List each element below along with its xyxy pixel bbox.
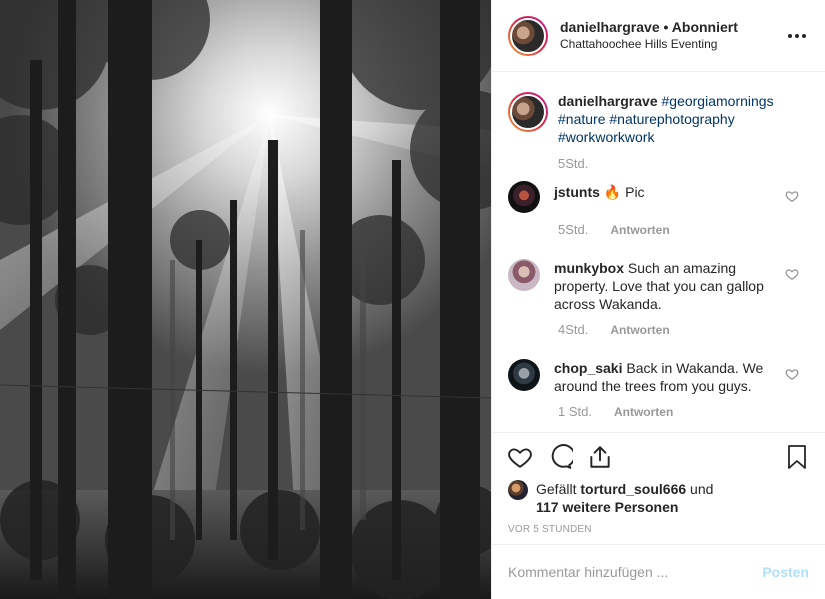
header-separator: • (659, 18, 672, 35)
comment-meta: 1 Std. Antworten (558, 404, 809, 419)
reply-button[interactable]: Antworten (610, 223, 669, 237)
post-sidebar: danielhargrave • Abonniert Chattahoochee… (491, 0, 825, 599)
caption-text: danielhargrave #georgiamornings #nature … (558, 92, 778, 146)
reply-button[interactable]: Antworten (610, 323, 669, 337)
caption-username[interactable]: danielhargrave (558, 93, 658, 109)
post-actions (492, 432, 825, 480)
bookmark-icon[interactable] (777, 437, 817, 477)
comment-meta: 5Std. Antworten (558, 222, 809, 237)
likes-summary: Gefällt torturd_soul666 und 117 weitere … (492, 480, 825, 516)
hashtag-link[interactable]: #nature (558, 111, 605, 127)
comment-item: munkybox Such an amazing property. Love … (508, 259, 809, 313)
author-avatar[interactable] (508, 15, 548, 56)
likes-text: Gefällt torturd_soul666 und 117 weitere … (536, 480, 713, 516)
share-upload-icon[interactable] (580, 437, 620, 477)
commenter-avatar[interactable] (508, 359, 540, 391)
comment-bubble-icon[interactable] (540, 437, 580, 477)
reply-button[interactable]: Antworten (614, 405, 673, 419)
comment-time[interactable]: 5Std. (558, 222, 588, 237)
add-comment-bar: Posten (492, 544, 825, 599)
caption-time[interactable]: 5Std. (558, 156, 588, 171)
instagram-post: danielhargrave • Abonniert Chattahoochee… (0, 0, 825, 599)
liker-avatar[interactable] (508, 480, 528, 500)
hashtag-link[interactable]: #workworkwork (558, 129, 654, 145)
post-photo[interactable] (0, 0, 491, 599)
hashtag-link[interactable]: #naturephotography (609, 111, 734, 127)
forest-photo (0, 0, 491, 599)
comment-time[interactable]: 4Std. (558, 322, 588, 337)
comments-section[interactable]: danielhargrave #georgiamornings #nature … (492, 72, 825, 432)
caption-meta: 5Std. (558, 156, 809, 171)
commenter-username[interactable]: chop_saki (554, 360, 622, 376)
like-heart-icon[interactable] (500, 437, 540, 477)
hashtag-link[interactable]: #georgiamornings (662, 93, 774, 109)
liker-username[interactable]: torturd_soul666 (580, 481, 686, 497)
comment-text: munkybox Such an amazing property. Love … (554, 259, 774, 313)
caption: danielhargrave #georgiamornings #nature … (508, 92, 809, 146)
commenter-avatar[interactable] (508, 181, 540, 213)
post-comment-button[interactable]: Posten (762, 564, 809, 580)
comment-text: chop_saki Back in Wakanda. We around the… (554, 359, 774, 395)
follow-status-button[interactable]: Abonniert (672, 19, 738, 35)
like-comment-icon[interactable] (785, 189, 799, 203)
caption-avatar[interactable] (508, 92, 548, 132)
comment-body: 🔥 Pic (603, 184, 645, 200)
post-timestamp[interactable]: VOR 5 STUNDEN (492, 516, 825, 544)
comment-text: jstunts 🔥 Pic (554, 181, 774, 213)
author-username[interactable]: danielhargrave (560, 19, 660, 35)
comment-item: jstunts 🔥 Pic (508, 181, 809, 213)
post-header: danielhargrave • Abonniert Chattahoochee… (492, 0, 825, 72)
like-comment-icon[interactable] (785, 367, 799, 381)
location-link[interactable]: Chattahoochee Hills Eventing (560, 36, 785, 53)
commenter-avatar[interactable] (508, 259, 540, 291)
likes-prefix: Gefällt (536, 481, 581, 497)
commenter-username[interactable]: jstunts (554, 184, 600, 200)
likes-middle: und (686, 481, 714, 497)
comment-time[interactable]: 1 Std. (558, 404, 592, 419)
comment-item: chop_saki Back in Wakanda. We around the… (508, 359, 809, 395)
more-options-icon[interactable] (785, 24, 809, 48)
comment-meta: 4Std. Antworten (558, 322, 809, 337)
likes-others-link[interactable]: 117 weitere Personen (536, 499, 678, 515)
like-comment-icon[interactable] (785, 267, 799, 281)
author-info: danielhargrave • Abonniert Chattahoochee… (560, 19, 785, 53)
commenter-username[interactable]: munkybox (554, 260, 624, 276)
add-comment-input[interactable] (508, 564, 763, 580)
